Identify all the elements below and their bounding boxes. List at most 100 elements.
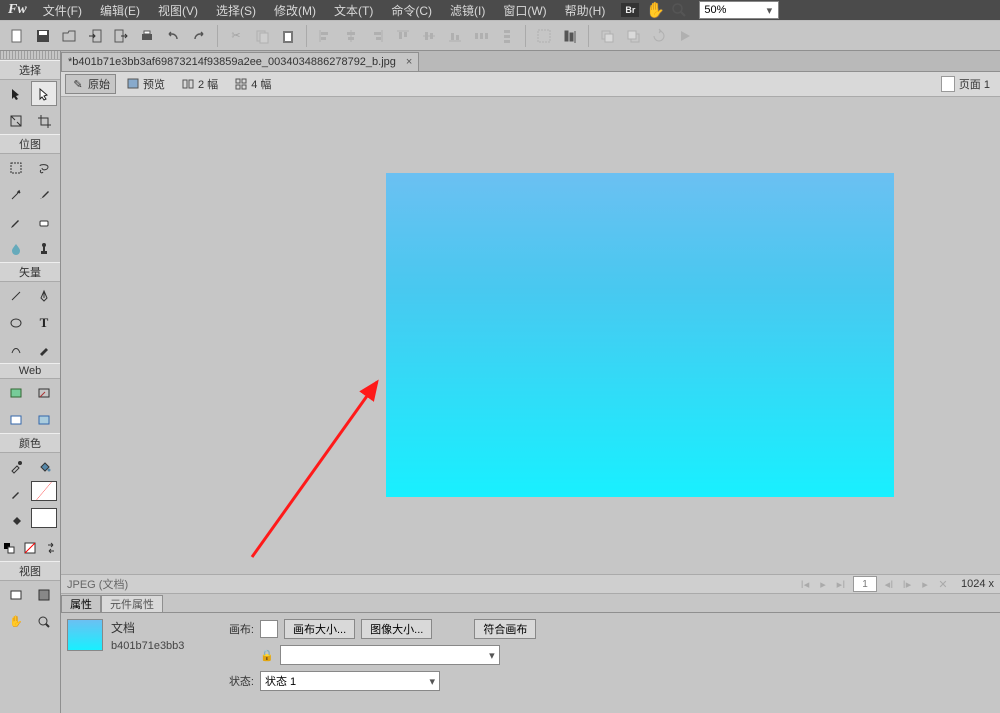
hotspot-tool-icon[interactable] <box>3 380 29 405</box>
page-indicator[interactable]: 页面 1 <box>941 76 996 92</box>
lock-icon[interactable]: 🔒 <box>260 649 274 662</box>
save-icon[interactable] <box>32 25 54 47</box>
crop-tool-icon[interactable] <box>31 108 57 133</box>
state-label: 状态: <box>216 673 254 689</box>
menu-select[interactable]: 选择(S) <box>208 0 264 21</box>
main-toolbar: ✂ <box>0 20 1000 51</box>
align-bottom-icon <box>444 25 466 47</box>
copy-icon <box>251 25 273 47</box>
fit-canvas-button[interactable]: 符合画布 <box>474 619 536 639</box>
fullscreen-mode-icon[interactable] <box>31 582 57 607</box>
app-logo: Fw <box>2 3 33 17</box>
status-bar: JPEG (文档) I◂ ▸ ▸I 1 ◂I I▸ ▸ ✕ 1024 x <box>61 574 1000 594</box>
no-color-icon[interactable] <box>21 535 40 560</box>
fwd2-icon[interactable]: ▸ <box>919 578 931 591</box>
canvas-size-button[interactable]: 画布大小... <box>284 619 355 639</box>
hand-tool-icon[interactable]: ✋ <box>647 2 663 18</box>
scale-tool-icon[interactable] <box>3 108 29 133</box>
document-label: 文档 <box>111 619 206 636</box>
prev-page-icon[interactable]: ▸ <box>817 578 829 591</box>
canvas-viewport[interactable] <box>61 97 1000 574</box>
eyedropper-tool-icon[interactable] <box>3 454 29 479</box>
eraser-tool-icon[interactable] <box>31 209 57 234</box>
tab-properties[interactable]: 属性 <box>61 595 101 612</box>
shape-tool-icon[interactable] <box>3 310 29 335</box>
show-slices-icon[interactable] <box>31 407 57 432</box>
brush-tool-icon[interactable] <box>31 182 57 207</box>
freeform-tool-icon[interactable] <box>3 337 29 362</box>
subselect-tool-icon[interactable] <box>31 81 57 106</box>
bucket-tool-icon[interactable] <box>31 454 57 479</box>
undo-icon[interactable] <box>162 25 184 47</box>
tool-section-bitmap: 位图 <box>0 134 60 154</box>
menu-edit[interactable]: 编辑(E) <box>92 0 148 21</box>
open-icon[interactable] <box>58 25 80 47</box>
hide-slices-icon[interactable] <box>3 407 29 432</box>
paste-icon[interactable] <box>277 25 299 47</box>
status-page-number[interactable]: 1 <box>853 576 877 592</box>
zoom-icon[interactable] <box>671 2 687 18</box>
default-colors-icon[interactable] <box>0 535 19 560</box>
pencil-tool-icon[interactable] <box>3 209 29 234</box>
resolution-dropdown[interactable]: ▾ <box>280 645 500 665</box>
text-tool-icon[interactable]: T <box>31 310 57 335</box>
lasso-tool-icon[interactable] <box>31 155 57 180</box>
viewmode-preview[interactable]: 预览 <box>120 74 171 94</box>
viewmode-4up[interactable]: 4 幅 <box>228 74 277 94</box>
back-icon[interactable]: ◂I <box>883 578 895 591</box>
document-tab[interactable]: *b401b71e3bb3af69873214f93859a2ee_003403… <box>61 52 419 71</box>
fwd-icon[interactable]: I▸ <box>901 578 913 591</box>
hand-tool2-icon[interactable]: ✋ <box>3 609 29 634</box>
menu-file[interactable]: 文件(F) <box>35 0 90 21</box>
bridge-icon[interactable]: Br <box>621 3 639 17</box>
menu-view[interactable]: 视图(V) <box>150 0 206 21</box>
stamp-tool-icon[interactable] <box>31 236 57 261</box>
play-icon <box>674 25 696 47</box>
align-right-icon <box>366 25 388 47</box>
blur-tool-icon[interactable] <box>3 236 29 261</box>
import-icon[interactable] <box>84 25 106 47</box>
menu-filter[interactable]: 滤镜(I) <box>442 0 493 21</box>
menu-help[interactable]: 帮助(H) <box>557 0 614 21</box>
fill-color-label-icon <box>3 508 29 533</box>
slice-tool-icon[interactable] <box>31 380 57 405</box>
align-panel-icon[interactable] <box>559 25 581 47</box>
tab-element-properties[interactable]: 元件属性 <box>101 595 163 612</box>
redo-icon[interactable] <box>188 25 210 47</box>
panel-tabs: 属性 元件属性 <box>61 594 1000 613</box>
zoom-level-dropdown[interactable]: 50% ▾ <box>699 1 779 19</box>
pointer-tool-icon[interactable] <box>3 81 29 106</box>
viewmode-2up[interactable]: 2 幅 <box>175 74 224 94</box>
knife-tool-icon[interactable] <box>31 337 57 362</box>
close-icon[interactable]: × <box>406 56 412 68</box>
print-icon[interactable] <box>136 25 158 47</box>
screen-mode-icon[interactable] <box>3 582 29 607</box>
close-status-icon[interactable]: ✕ <box>937 578 949 591</box>
stroke-swatch[interactable] <box>31 481 57 501</box>
new-file-icon[interactable] <box>6 25 28 47</box>
annotation-arrow <box>247 372 397 572</box>
first-page-icon[interactable]: I◂ <box>799 578 811 591</box>
viewmode-original[interactable]: ✎原始 <box>65 74 116 94</box>
menu-modify[interactable]: 修改(M) <box>266 0 324 21</box>
zoom-tool2-icon[interactable] <box>31 609 57 634</box>
group-icon <box>533 25 555 47</box>
menu-window[interactable]: 窗口(W) <box>495 0 554 21</box>
export-icon[interactable] <box>110 25 132 47</box>
pen-tool-icon[interactable] <box>31 283 57 308</box>
wand-tool-icon[interactable] <box>3 182 29 207</box>
image-size-button[interactable]: 图像大小... <box>361 619 432 639</box>
properties-panel: 文档 b401b71e3bb3 画布: 画布大小... 图像大小... 符合画布 <box>61 613 1000 713</box>
fill-swatch[interactable] <box>31 508 57 528</box>
canvas-color-swatch[interactable] <box>260 620 278 638</box>
marquee-tool-icon[interactable] <box>3 155 29 180</box>
panel-grip[interactable] <box>0 51 60 60</box>
swap-colors-icon[interactable] <box>41 535 60 560</box>
line-tool-icon[interactable] <box>3 283 29 308</box>
state-dropdown[interactable]: 状态 1▾ <box>260 671 440 691</box>
tool-section-web: Web <box>0 363 60 379</box>
align-top-icon <box>392 25 414 47</box>
menu-text[interactable]: 文本(T) <box>326 0 381 21</box>
next-page-icon[interactable]: ▸I <box>835 578 847 591</box>
menu-command[interactable]: 命令(C) <box>383 0 440 21</box>
